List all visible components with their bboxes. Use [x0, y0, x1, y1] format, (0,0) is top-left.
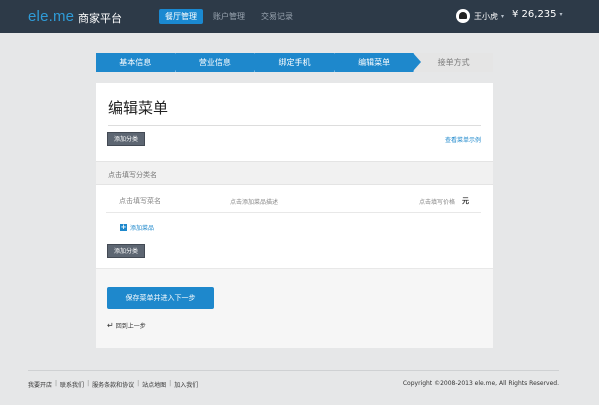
- step-bind-phone: 绑定手机: [255, 53, 342, 72]
- footer-link-terms[interactable]: 服务条款和协议: [92, 380, 134, 389]
- add-dish-link[interactable]: + 添加菜品: [120, 223, 154, 232]
- add-category-button[interactable]: 添加分类: [107, 132, 146, 146]
- category-name-field[interactable]: 点击填写分类名: [108, 170, 157, 180]
- price-unit: 元: [462, 197, 469, 205]
- edit-menu-panel: 编辑菜单 添加分类 查看菜单示例 点击填写分类名 点击填写菜名 点击添加菜品描述…: [96, 83, 493, 348]
- step-basic-info: 基本信息: [96, 53, 183, 72]
- nav-transaction-records[interactable]: 交易记录: [255, 9, 299, 24]
- page-title: 编辑菜单: [108, 99, 169, 117]
- footer-divider: [28, 370, 559, 371]
- footer-link-contact[interactable]: 联系我们: [60, 380, 84, 389]
- user-menu[interactable]: 王小虎 ▾: [456, 9, 504, 23]
- back-link[interactable]: ↵ 回到上一步: [107, 321, 146, 330]
- balance-amount: ¥ 26,235: [512, 9, 557, 20]
- dish-name-field[interactable]: 点击填写菜名: [119, 196, 161, 206]
- footer-separator: |: [137, 380, 140, 387]
- dish-row: 点击填写菜名 点击添加菜品描述 点击填写价格 元: [106, 194, 481, 213]
- footer-link-open-store[interactable]: 我要开店: [28, 380, 52, 389]
- main-nav: 餐厅管理 账户管理 交易记录: [159, 9, 303, 24]
- user-avatar-icon: [456, 9, 470, 23]
- panel-actions: 保存菜单并进入下一步 ↵ 回到上一步: [96, 268, 493, 348]
- dish-description-field[interactable]: 点击添加菜品描述: [230, 197, 278, 206]
- chevron-down-icon: ▾: [501, 12, 505, 20]
- divider: [108, 125, 481, 126]
- step-order-method: 接单方式: [414, 53, 493, 72]
- add-category-button-bottom[interactable]: 添加分类: [107, 244, 146, 258]
- plus-icon: +: [120, 223, 127, 231]
- nav-account-management[interactable]: 账户管理: [207, 9, 251, 24]
- balance-menu[interactable]: ¥ 26,235 ▾: [512, 9, 563, 20]
- footer-link-join-us[interactable]: 加入我们: [174, 380, 198, 389]
- add-dish-label: 添加菜品: [130, 225, 155, 232]
- footer-separator: |: [87, 380, 90, 387]
- step-edit-menu: 编辑菜单: [334, 53, 421, 72]
- top-navigation-bar: ele.me 商家平台 餐厅管理 账户管理 交易记录 王小虎 ▾ ¥ 26,23…: [0, 0, 599, 33]
- footer-separator: |: [169, 380, 172, 387]
- progress-steps: 基本信息 营业信息 绑定手机 编辑菜单 接单方式: [96, 53, 493, 72]
- nav-restaurant-management[interactable]: 餐厅管理: [159, 9, 203, 24]
- brand-title: 商家平台: [78, 12, 122, 25]
- user-name: 王小虎: [474, 11, 498, 21]
- footer-links: 我要开店 | 联系我们 | 服务条款和协议 | 站点地图 | 加入我们: [28, 380, 198, 389]
- chevron-down-icon: ▾: [559, 11, 563, 18]
- dish-price-field[interactable]: 点击填写价格: [419, 197, 455, 206]
- view-menu-example-link[interactable]: 查看菜单示例: [445, 135, 481, 144]
- eleme-logo[interactable]: ele.me: [28, 8, 74, 25]
- step-business-info: 营业信息: [175, 53, 262, 72]
- back-label: 回到上一步: [115, 323, 146, 330]
- footer-link-sitemap[interactable]: 站点地图: [142, 380, 166, 389]
- category-row: 点击填写分类名: [96, 161, 493, 185]
- return-arrow-icon: ↵: [107, 321, 114, 330]
- copyright-text: Copyright ©2008-2013 ele.me, All Rights …: [402, 380, 559, 387]
- save-and-next-button[interactable]: 保存菜单并进入下一步: [107, 287, 214, 309]
- footer-separator: |: [55, 380, 58, 387]
